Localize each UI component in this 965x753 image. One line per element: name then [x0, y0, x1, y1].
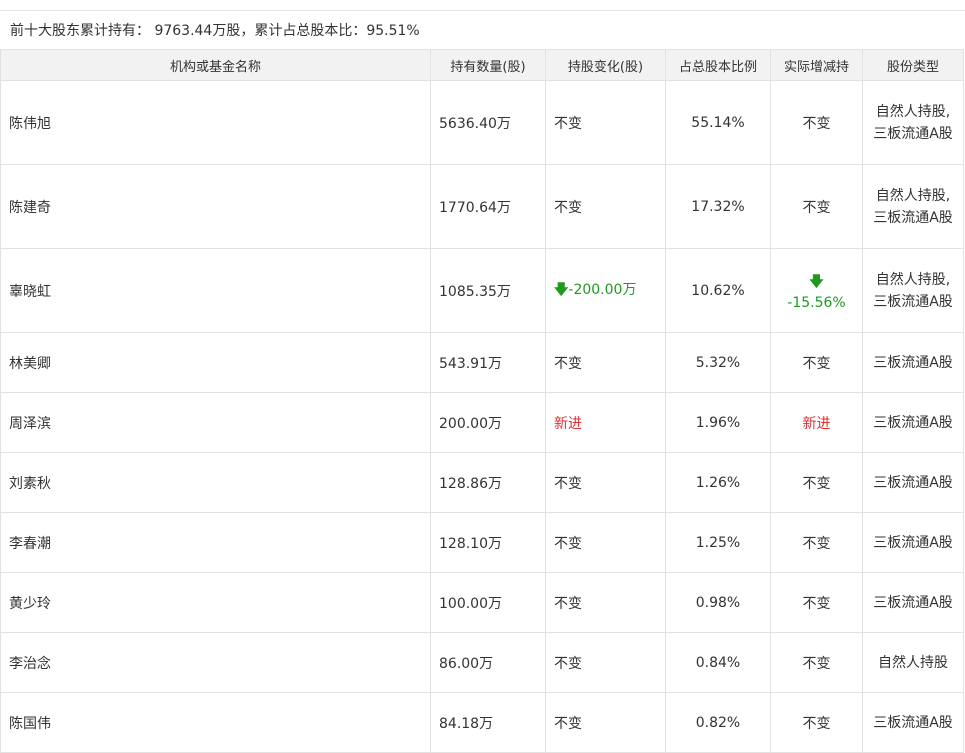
- actual-change: 🡇 -15.56%: [770, 248, 863, 333]
- share-type: 三板流通A股: [862, 392, 964, 453]
- header-actual: 实际增减持: [770, 49, 863, 81]
- table-row: 陈建奇 1770.64万 不变 17.32% 不变 自然人持股,三板流通A股: [0, 164, 964, 249]
- holder-name: 陈国伟: [0, 692, 431, 753]
- holding-ratio: 0.82%: [665, 692, 771, 753]
- share-type: 三板流通A股: [862, 692, 964, 753]
- shareholders-table: 机构或基金名称 持有数量(股) 持股变化(股) 占总股本比例 实际增减持 股份类…: [0, 49, 964, 753]
- down-arrow-icon: 🡇: [554, 281, 569, 298]
- table-row: 陈国伟 84.18万 不变 0.82% 不变 三板流通A股: [0, 692, 964, 753]
- holder-name: 陈建奇: [0, 164, 431, 249]
- holder-name: 李春潮: [0, 512, 431, 573]
- table-row: 陈伟旭 5636.40万 不变 55.14% 不变 自然人持股,三板流通A股: [0, 80, 964, 165]
- holding-qty: 84.18万: [430, 692, 546, 753]
- holder-name: 黄少玲: [0, 572, 431, 633]
- table-header-row: 机构或基金名称 持有数量(股) 持股变化(股) 占总股本比例 实际增减持 股份类…: [0, 49, 964, 81]
- holder-name: 陈伟旭: [0, 80, 431, 165]
- holder-name: 辜晓虹: [0, 248, 431, 333]
- holding-ratio: 1.96%: [665, 392, 771, 453]
- share-type: 自然人持股,三板流通A股: [862, 248, 964, 333]
- holding-qty: 1770.64万: [430, 164, 546, 249]
- holding-ratio: 55.14%: [665, 80, 771, 165]
- share-type: 自然人持股: [862, 632, 964, 693]
- holder-name: 李治念: [0, 632, 431, 693]
- holders-summary: 前十大股东累计持有： 9763.44万股，累计占总股本比：95.51%: [10, 23, 420, 39]
- holding-qty: 128.10万: [430, 512, 546, 573]
- actual-change: 新进: [770, 392, 863, 453]
- holding-ratio: 17.32%: [665, 164, 771, 249]
- holding-ratio: 1.26%: [665, 452, 771, 513]
- holding-qty: 100.00万: [430, 572, 546, 633]
- actual-change: 不变: [770, 512, 863, 573]
- table-row: 刘素秋 128.86万 不变 1.26% 不变 三板流通A股: [0, 452, 964, 513]
- table-row: 周泽滨 200.00万 新进 1.96% 新进 三板流通A股: [0, 392, 964, 453]
- holder-name: 刘素秋: [0, 452, 431, 513]
- share-type: 三板流通A股: [862, 572, 964, 633]
- table-row: 辜晓虹 1085.35万 🡇-200.00万 10.62% 🡇 -15.56% …: [0, 248, 964, 333]
- holder-name: 周泽滨: [0, 392, 431, 453]
- holding-ratio: 10.62%: [665, 248, 771, 333]
- table-row: 李治念 86.00万 不变 0.84% 不变 自然人持股: [0, 632, 964, 693]
- holding-ratio: 5.32%: [665, 332, 771, 393]
- holding-change: 新进: [545, 392, 666, 453]
- share-type: 三板流通A股: [862, 452, 964, 513]
- actual-change: 不变: [770, 632, 863, 693]
- holding-change: 不变: [545, 572, 666, 633]
- holding-qty: 1085.35万: [430, 248, 546, 333]
- holding-qty: 86.00万: [430, 632, 546, 693]
- actual-change: 不变: [770, 80, 863, 165]
- holding-change: 不变: [545, 632, 666, 693]
- header-name: 机构或基金名称: [0, 49, 431, 81]
- holding-ratio: 1.25%: [665, 512, 771, 573]
- header-qty: 持有数量(股): [430, 49, 546, 81]
- header-ratio: 占总股本比例: [665, 49, 771, 81]
- share-type: 自然人持股,三板流通A股: [862, 164, 964, 249]
- actual-change-value: -15.56%: [787, 294, 846, 311]
- actual-change: 不变: [770, 452, 863, 513]
- down-arrow-icon: 🡇: [809, 273, 824, 290]
- holding-change: 不变: [545, 164, 666, 249]
- header-type: 股份类型: [862, 49, 964, 81]
- actual-change: 不变: [770, 692, 863, 753]
- holding-change-value: -200.00万: [568, 281, 637, 298]
- holding-qty: 128.86万: [430, 452, 546, 513]
- holding-ratio: 0.84%: [665, 632, 771, 693]
- share-type: 三板流通A股: [862, 332, 964, 393]
- header-change: 持股变化(股): [545, 49, 666, 81]
- actual-change: 不变: [770, 572, 863, 633]
- holding-change: 🡇-200.00万: [545, 248, 666, 333]
- share-type: 三板流通A股: [862, 512, 964, 573]
- holding-change: 不变: [545, 512, 666, 573]
- table-row: 林美卿 543.91万 不变 5.32% 不变 三板流通A股: [0, 332, 964, 393]
- share-type: 自然人持股,三板流通A股: [862, 80, 964, 165]
- holding-change: 不变: [545, 80, 666, 165]
- table-row: 李春潮 128.10万 不变 1.25% 不变 三板流通A股: [0, 512, 964, 573]
- holding-qty: 5636.40万: [430, 80, 546, 165]
- top-divider: [0, 10, 965, 11]
- holding-qty: 200.00万: [430, 392, 546, 453]
- table-row: 黄少玲 100.00万 不变 0.98% 不变 三板流通A股: [0, 572, 964, 633]
- holding-change: 不变: [545, 332, 666, 393]
- holding-qty: 543.91万: [430, 332, 546, 393]
- actual-change: 不变: [770, 332, 863, 393]
- holding-ratio: 0.98%: [665, 572, 771, 633]
- holding-change: 不变: [545, 452, 666, 513]
- holding-change: 不变: [545, 692, 666, 753]
- holder-name: 林美卿: [0, 332, 431, 393]
- actual-change: 不变: [770, 164, 863, 249]
